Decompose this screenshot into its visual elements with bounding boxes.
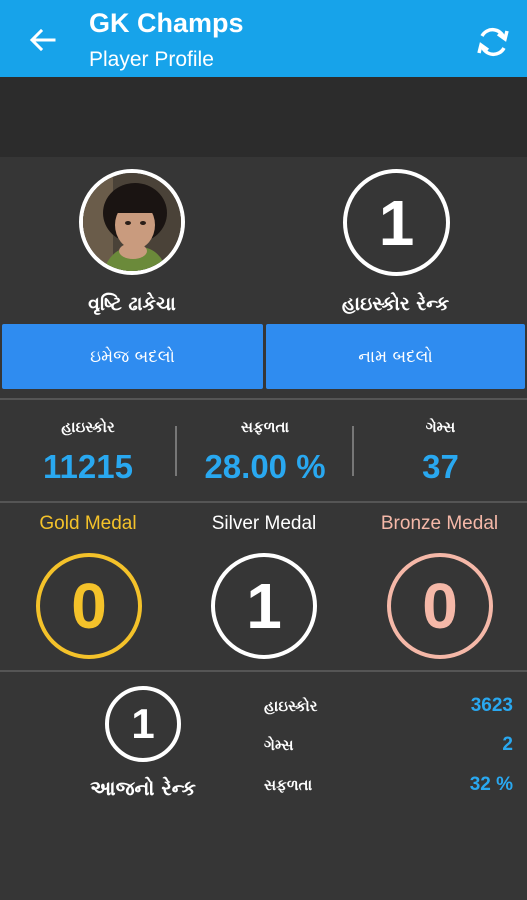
- avatar-photo: [83, 173, 181, 271]
- app-title: GK Champs: [89, 8, 244, 38]
- divider: [0, 501, 527, 503]
- today-stat-value-success: 32 %: [469, 774, 513, 795]
- divider: [0, 398, 527, 400]
- player-name: વૃષ્ટિ ઢાકેચા: [88, 293, 176, 315]
- bronze-medal-count: 0: [387, 553, 493, 659]
- bronze-medal-label: Bronze Medal: [380, 513, 499, 534]
- highscore-rank-label: હાઇસ્કોર રેન્ક: [341, 293, 450, 315]
- refresh-icon: [477, 27, 509, 57]
- today-stat-label-success: સફળતા: [264, 776, 313, 794]
- stat-value-highscore: 11215: [43, 448, 133, 485]
- silver-medal-label: Silver Medal: [211, 513, 317, 534]
- today-stat-value-highscore: 3623: [470, 695, 513, 716]
- stat-value-success: 28.00 %: [204, 448, 326, 485]
- today-rank-label: આજનો રેન્ક: [90, 776, 196, 800]
- app-bar: GK Champs Player Profile: [0, 0, 527, 77]
- back-button[interactable]: [22, 22, 62, 58]
- gold-medal-label: Gold Medal: [39, 513, 137, 534]
- gold-medal-count: 0: [36, 553, 142, 659]
- banner-area: [0, 77, 527, 157]
- stat-label-games: ગેમ્સ: [425, 418, 456, 436]
- today-stat-label-games: ગેમ્સ: [264, 736, 294, 754]
- stat-value-games: 37: [422, 448, 459, 485]
- today-stat-value-games: 2: [502, 734, 513, 755]
- change-name-button[interactable]: નામ બદલો: [266, 324, 525, 389]
- change-image-button[interactable]: ઇમેજ બદલો: [2, 324, 263, 389]
- divider: [0, 670, 527, 672]
- today-stat-label-highscore: હાઇસ્કોર: [264, 697, 318, 715]
- stat-label-highscore: હાઇસ્કોર: [61, 418, 115, 436]
- arrow-left-icon: [29, 28, 56, 52]
- refresh-button[interactable]: [471, 20, 515, 64]
- today-rank-circle: 1: [105, 686, 181, 762]
- highscore-rank-circle: 1: [343, 169, 450, 276]
- silver-medal-count: 1: [211, 553, 317, 659]
- avatar[interactable]: [79, 169, 185, 275]
- stat-label-success: સફળતા: [240, 418, 290, 436]
- app-subtitle: Player Profile: [89, 48, 214, 71]
